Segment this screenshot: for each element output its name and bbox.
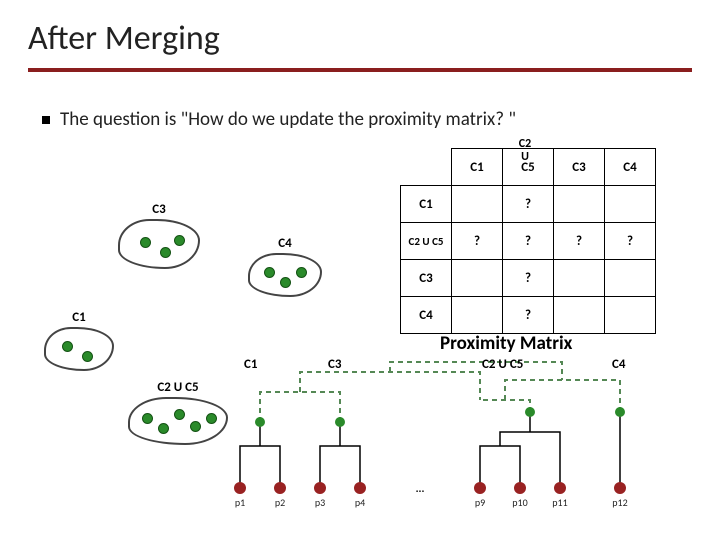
data-point-icon	[158, 423, 169, 434]
data-point-icon	[82, 351, 93, 362]
dendro-leaf: p3	[315, 496, 325, 509]
cluster-c1: C1	[44, 310, 114, 371]
dendro-leaf: p4	[355, 496, 365, 509]
bullet-item: The question is "How do we update the pr…	[42, 108, 516, 131]
cluster-c1-cloud	[44, 327, 114, 371]
matrix-cell	[605, 297, 656, 334]
cluster-c3: C3	[118, 202, 200, 269]
dendrogram: p1 p2 p3 p4 p9 p10 p11 p12 ... C1 C3 C2 …	[220, 354, 700, 529]
dendro-leaf: p11	[552, 496, 567, 509]
matrix-cell: ?	[503, 186, 554, 223]
matrix-cell: ?	[503, 260, 554, 297]
matrix-cell: ?	[503, 297, 554, 334]
data-point-icon	[174, 409, 185, 420]
dendro-leaf: p9	[475, 496, 485, 509]
cluster-c1-label: C1	[72, 310, 85, 325]
data-point-icon	[190, 421, 201, 432]
matrix-cell	[605, 186, 656, 223]
slide-title: After Merging	[28, 18, 220, 59]
matrix-cell	[554, 297, 605, 334]
matrix-cell	[554, 260, 605, 297]
data-point-icon	[62, 341, 73, 352]
dendro-top-label: C4	[612, 357, 626, 372]
data-point-icon	[142, 413, 153, 424]
matrix-row-header: C1	[401, 186, 452, 223]
data-point-icon	[140, 237, 151, 248]
data-point-icon	[160, 247, 171, 258]
cluster-c3-cloud	[118, 219, 200, 269]
bullet-square-icon	[42, 116, 50, 124]
matrix-row-header: C2 U C5	[401, 223, 452, 260]
cluster-c2uc5-label: C2 U C5	[157, 380, 198, 395]
matrix-col-header: C4	[605, 149, 656, 186]
bullet-text: The question is "How do we update the pr…	[60, 108, 516, 131]
matrix-cell	[452, 260, 503, 297]
matrix-cell	[605, 260, 656, 297]
cluster-c4-label: C4	[278, 236, 291, 251]
matrix-row-header: C4	[401, 297, 452, 334]
matrix-cell: ?	[452, 223, 503, 260]
matrix-cell	[554, 186, 605, 223]
matrix-cell: ?	[554, 223, 605, 260]
matrix-cell: ?	[605, 223, 656, 260]
dendro-leaf: p10	[512, 496, 527, 509]
proximity-matrix: C1 C5 C3 C4 C1 ? C2 U C5 ? ? ? ? C3 ? C4	[400, 148, 656, 334]
data-point-icon	[296, 267, 307, 278]
matrix-cell	[452, 297, 503, 334]
cluster-c4: C4	[248, 236, 322, 297]
cluster-c3-label: C3	[152, 202, 165, 217]
matrix-col-header: C3	[554, 149, 605, 186]
matrix-col-header: C1	[452, 149, 503, 186]
matrix-cell: ?	[503, 223, 554, 260]
dendro-ellipsis: ...	[416, 482, 425, 495]
dendro-leaf: p12	[612, 496, 627, 509]
matrix-row-header: C3	[401, 260, 452, 297]
dendro-top-label: C3	[328, 357, 342, 372]
matrix-col-header: C5	[503, 149, 554, 186]
dendro-leaf: p2	[275, 496, 285, 509]
dendro-top-label: C1	[244, 357, 258, 372]
data-point-icon	[206, 413, 217, 424]
dendro-leaf: p1	[235, 496, 245, 509]
cluster-c2uc5-cloud	[128, 397, 228, 445]
cluster-c2uc5: C2 U C5	[128, 380, 228, 445]
matrix-cell	[452, 186, 503, 223]
matrix-caption: Proximity Matrix	[440, 332, 572, 355]
data-point-icon	[174, 235, 185, 246]
data-point-icon	[264, 267, 275, 278]
data-point-icon	[280, 277, 291, 288]
dendro-top-label: C2 U C5	[482, 357, 523, 372]
cluster-c4-cloud	[248, 253, 322, 297]
title-underline	[28, 68, 692, 72]
